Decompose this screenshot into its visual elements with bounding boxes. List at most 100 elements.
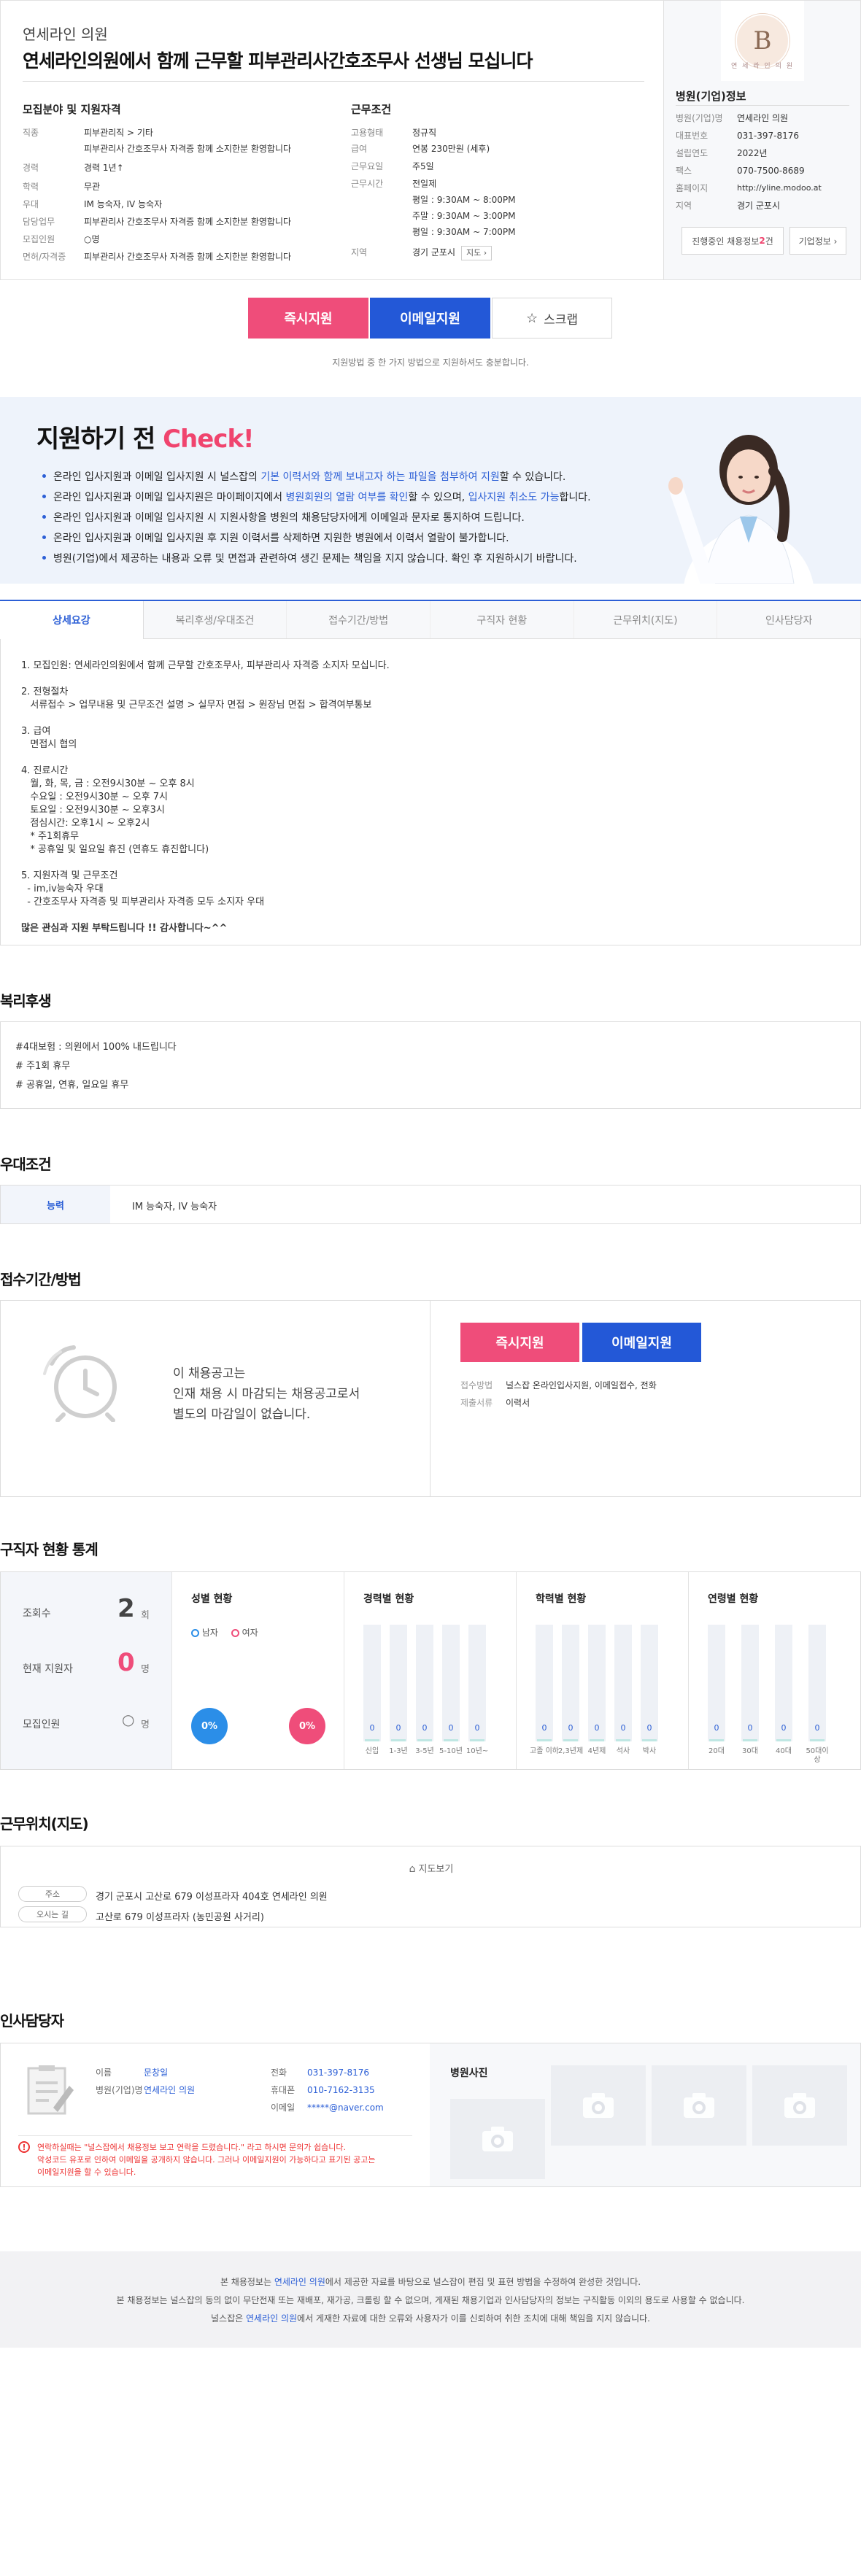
check-title: 지원하기 전 Check! <box>36 425 255 454</box>
photo-placeholder[interactable] <box>551 2065 646 2146</box>
tab-hr-contact[interactable]: 인사담당자 <box>717 601 861 638</box>
stat-bar: 0 <box>708 1625 725 1741</box>
company-info-button[interactable]: 기업정보 › <box>789 227 846 255</box>
tab-period[interactable]: 접수기간/방법 <box>287 601 431 638</box>
stat-bar-value: 0 <box>422 1723 428 1733</box>
photo-placeholder[interactable] <box>652 2065 746 2146</box>
stat-bar-value: 0 <box>395 1723 401 1733</box>
detail-text: 1. 모집인원: 연세라인의원에서 함께 근무할 간호조무사, 피부관리사 자격… <box>21 660 390 908</box>
stat-bar-fill <box>590 1739 604 1741</box>
hr-mobile: 010-7162-3135 <box>307 2085 375 2095</box>
check-item: 온라인 입사지원과 이메일 입사지원은 마이페이지에서 병원회원의 열람 여부를… <box>42 487 591 508</box>
stat-bar-label: 10년~ <box>466 1747 489 1755</box>
tab-location[interactable]: 근무위치(지도) <box>574 601 718 638</box>
stat-bar-fill <box>537 1739 552 1741</box>
stat-bar-label: 신입 <box>365 1747 379 1755</box>
location-title: 근무위치(지도) <box>0 1815 89 1833</box>
hr-email: *****@naver.com <box>307 2103 384 2113</box>
check-item: 온라인 입사지원과 이메일 입사지원 시 널스잡의 기본 이력서와 함께 보내고… <box>42 467 591 487</box>
preferred-label: 능력 <box>1 1185 110 1223</box>
conditions-list: 고용형태 정규직 급여 연봉 230만원 (세후) 근무요일 주5일 근무시간 전일제 … <box>351 125 643 271</box>
logo-mark: B <box>735 14 789 68</box>
homepage-link[interactable]: http://yline.modoo.at <box>737 180 822 196</box>
hr-org: 연세라인 의원 <box>144 2085 196 2095</box>
stat-bar-label: 고졸 이하 <box>530 1747 559 1755</box>
stat-bar-value: 0 <box>781 1723 787 1733</box>
stat-bar-label: 2,3년제 <box>557 1747 584 1755</box>
map-view-button[interactable]: ⌂ 지도보기 <box>1 1861 861 1875</box>
ongoing-jobs-button[interactable]: 진행중인 채용정보 2건 <box>682 227 784 255</box>
stats-title: 구직자 현황 통계 <box>0 1541 99 1558</box>
photo-placeholder[interactable] <box>752 2065 847 2146</box>
camera-icon <box>684 2093 714 2118</box>
period-apply-now-button[interactable]: 즉시지원 <box>460 1323 579 1362</box>
hospital-info-panel: B 연 세 라 인 의 원 병원(기업)정보 병원(기업)명 연세라인 의원 대표… <box>664 0 861 280</box>
email-apply-button[interactable]: 이메일지원 <box>370 298 490 339</box>
apply-now-button[interactable]: 즉시지원 <box>248 298 368 339</box>
stat-bar-fill <box>444 1739 458 1741</box>
stat-bar-label: 40대 <box>776 1747 792 1755</box>
stat-bar-value: 0 <box>747 1723 753 1733</box>
stat-bar-value: 0 <box>474 1723 480 1733</box>
check-item: 병원(기업)에서 제공하는 내용과 오류 및 면접과 관련하여 생긴 문제는 책… <box>42 549 591 569</box>
stat-bar-value: 0 <box>620 1723 626 1733</box>
stats-summary: 조회수 2 회 현재 지원자 0 명 모집인원 ○ 명 <box>1 1572 171 1769</box>
directions-label: 오시는 길 <box>18 1906 87 1922</box>
welfare-item: # 주1회 휴무 <box>15 1061 71 1072</box>
alert-icon: ! <box>18 2141 30 2153</box>
hospital-info-heading: 병원(기업)정보 <box>676 90 746 103</box>
welfare-item: #4대보험 : 의원에서 100% 내드립니다 <box>15 1042 177 1053</box>
address-label: 주소 <box>18 1886 87 1902</box>
hospital-info-list: 병원(기업)명 연세라인 의원 대표번호 031-397-8176 설립연도 2022… <box>676 113 822 211</box>
detail-closing: 많은 관심과 지원 부탁드립니다 !! 감사합니다~^^ <box>21 923 228 934</box>
star-icon: ☆ <box>525 310 538 326</box>
detail-content: 1. 모집인원: 연세라인의원에서 함께 근무할 간호조무사, 피부관리사 자격… <box>0 639 861 945</box>
stat-bar-label: 50대이상 <box>806 1747 829 1764</box>
job-header: 연세라인 의원 연세라인의원에서 함께 근무할 피부관리사간호조무사 선생님 모… <box>0 0 664 280</box>
preferred-title: 우대조건 <box>0 1156 52 1173</box>
hospital-logo: B 연 세 라 인 의 원 <box>721 1 804 81</box>
check-item: 온라인 입사지원과 이메일 입사지원 후 지원 이력서를 삭제하면 지원한 병원… <box>42 528 591 549</box>
gender-legend: 남자 여자 <box>191 1626 258 1639</box>
tab-welfare[interactable]: 복리후생/우대조건 <box>144 601 287 638</box>
education-stats: 학력별 현황 0 고졸 이하 0 2,3년제 0 4년제 0 석사 0 박사 <box>516 1572 688 1769</box>
tab-stats[interactable]: 구직자 현황 <box>430 601 574 638</box>
stat-bar-value: 0 <box>814 1723 820 1733</box>
apply-note: 지원방법 중 한 가지 방법으로 지원하셔도 충분합니다. <box>332 357 529 368</box>
tab-detail[interactable]: 상세요강 <box>0 601 144 639</box>
stat-bar-value: 0 <box>568 1723 574 1733</box>
scrap-button[interactable]: ☆ 스크랩 <box>492 298 612 339</box>
period-email-apply-button[interactable]: 이메일지원 <box>582 1323 701 1362</box>
stat-bar-fill <box>642 1739 657 1741</box>
nurse-illustration <box>668 435 814 584</box>
logo-subtext: 연 세 라 인 의 원 <box>731 63 794 70</box>
section-tabs: 상세요강 복리후생/우대조건 접수기간/방법 구직자 현황 근무위치(지도) 인… <box>0 600 861 639</box>
location-value: 경기 군포시 <box>412 247 456 258</box>
photo-placeholder[interactable] <box>450 2099 545 2179</box>
stat-bar-value: 0 <box>448 1723 454 1733</box>
stat-bar-fill <box>616 1739 630 1741</box>
footer-company-link[interactable]: 연세라인 의원 <box>246 2313 297 2324</box>
stat-bar: 0 <box>808 1625 826 1741</box>
age-stats: 연령별 현황 0 20대 0 30대 0 40대 0 50대이상 <box>688 1572 860 1769</box>
stats-box: 조회수 2 회 현재 지원자 0 명 모집인원 ○ 명 성별 현황 남자 여자 … <box>0 1571 861 1770</box>
hr-box: 이름 문창일 병원(기업)명연세라인 의원 전화 031-397-8176 휴대폰 0… <box>0 2043 861 2187</box>
female-percent: 0% <box>289 1708 325 1744</box>
stat-bar: 0 <box>741 1625 759 1741</box>
map-button[interactable]: 지도 › <box>461 246 493 260</box>
check-banner: 지원하기 전 Check! 온라인 입사지원과 이메일 입사지원 시 널스잡의 … <box>0 397 861 584</box>
company-name: 연세라인 의원 <box>23 26 108 43</box>
education-value: 무관 <box>84 182 101 192</box>
footer-company-link[interactable]: 연세라인 의원 <box>274 2277 325 2287</box>
recruit-count: ○ <box>122 1711 135 1728</box>
hr-notice: 연락하실때는 "널스잡에서 채용정보 보고 연락을 드렸습니다." 라고 하시면… <box>37 2143 376 2177</box>
hr-contact-list: 이름 문창일 병원(기업)명연세라인 의원 <box>96 2068 196 2095</box>
hr-contact-panel: 이름 문창일 병원(기업)명연세라인 의원 전화 031-397-8176 휴대폰 0… <box>1 2043 430 2186</box>
stat-bar: 0 <box>614 1625 632 1741</box>
hr-phone-list: 전화 031-397-8176 휴대폰 010-7162-3135 이메일 *****… <box>271 2068 384 2113</box>
period-message: 이 채용공고는 인재 채용 시 마감되는 채용공고로서 별도의 마감일이 없습니… <box>173 1366 360 1422</box>
contact-card-icon <box>27 2065 74 2115</box>
stat-bar-value: 0 <box>369 1723 375 1733</box>
stat-bar-fill <box>563 1739 578 1741</box>
stat-bar-label: 3-5년 <box>415 1747 434 1755</box>
